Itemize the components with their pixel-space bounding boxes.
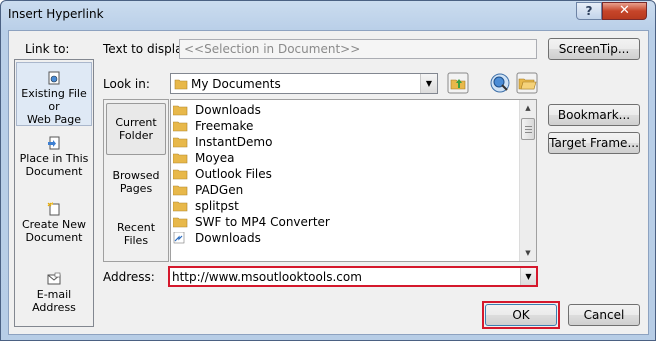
- folder-icon: [173, 201, 188, 212]
- help-button[interactable]: ?: [576, 2, 602, 20]
- file-name: Moyea: [195, 151, 235, 165]
- look-in-combobox[interactable]: My Documents ▼: [170, 73, 438, 94]
- link-to-place-line1: Place in This: [19, 152, 89, 165]
- tab-current-folder-line1: Current: [115, 116, 157, 129]
- tab-current-folder-line2: Folder: [119, 129, 153, 142]
- link-to-email-line1: E-mail Address: [32, 288, 76, 314]
- link-to-create-new-document[interactable]: Create New Document: [16, 202, 92, 252]
- link-to-existing-line1: Existing File or: [21, 87, 87, 113]
- file-name: Freemake: [195, 119, 254, 133]
- scroll-thumb[interactable]: [521, 118, 535, 140]
- folder-icon: [173, 169, 188, 180]
- shortcut-icon: [173, 232, 185, 244]
- link-to-panel: Existing File or Web Page Place in This …: [14, 59, 94, 327]
- new-document-icon: [47, 202, 60, 216]
- tab-current-folder[interactable]: Current Folder: [106, 103, 166, 155]
- address-combobox[interactable]: http://www.msoutlooktools.com ▼: [168, 266, 538, 287]
- look-in-dropdown-arrow[interactable]: ▼: [420, 74, 437, 93]
- file-name: Downloads: [195, 103, 261, 117]
- folder-icon: [173, 137, 188, 148]
- file-name: Outlook Files: [195, 167, 272, 181]
- browse-web-icon[interactable]: [489, 72, 511, 94]
- link-to-create-line1: Create New: [21, 218, 87, 231]
- folder-icon: [173, 105, 188, 116]
- title-bar: Insert Hyperlink ? ✕: [1, 1, 655, 30]
- cancel-button[interactable]: Cancel: [568, 304, 640, 326]
- folder-icon: [173, 153, 188, 164]
- bookmark-button[interactable]: Bookmark...: [548, 104, 640, 126]
- file-name: splitpst: [195, 199, 239, 213]
- file-name: SWF to MP4 Converter: [195, 215, 330, 229]
- folder-icon: [173, 185, 188, 196]
- file-name: InstantDemo: [195, 135, 273, 149]
- scroll-up-arrow[interactable]: ▲: [520, 100, 536, 116]
- folder-icon: [173, 217, 188, 228]
- tab-recent-files-line1: Recent: [116, 221, 156, 234]
- link-to-existing-file[interactable]: Existing File or Web Page: [16, 62, 92, 126]
- document-arrow-icon: [48, 136, 60, 150]
- look-in-value: My Documents: [191, 77, 281, 91]
- file-list[interactable]: Downloads Freemake InstantDemo Moyea Out…: [170, 99, 537, 262]
- link-to-existing-line2: Web Page: [26, 113, 82, 126]
- link-to-label: Link to:: [25, 42, 70, 56]
- tab-recent-files[interactable]: Recent Files: [106, 221, 166, 251]
- address-value: http://www.msoutlooktools.com: [172, 270, 362, 284]
- up-folder-icon[interactable]: [447, 72, 469, 94]
- link-to-place-line2: Document: [25, 165, 83, 178]
- look-in-label: Look in:: [103, 77, 150, 91]
- insert-hyperlink-dialog: Insert Hyperlink ? ✕ Link to: Existing F…: [0, 0, 656, 341]
- address-dropdown-arrow[interactable]: ▼: [520, 268, 536, 285]
- tab-recent-files-line2: Files: [123, 234, 149, 247]
- scroll-down-arrow[interactable]: ▼: [520, 245, 536, 261]
- link-to-email-address[interactable]: E-mail Address: [16, 272, 92, 314]
- globe-document-icon: [48, 71, 60, 85]
- tab-browsed-pages[interactable]: Browsed Pages: [106, 169, 166, 199]
- tab-browsed-pages-line2: Pages: [119, 182, 153, 195]
- file-list-scrollbar[interactable]: ▲ ▼: [519, 100, 536, 261]
- address-label: Address:: [103, 270, 155, 284]
- file-name: Downloads: [195, 231, 261, 245]
- browse-file-icon[interactable]: [516, 72, 538, 94]
- folder-icon: [174, 79, 188, 90]
- link-to-place-in-document[interactable]: Place in This Document: [16, 136, 92, 186]
- ok-button[interactable]: OK: [485, 304, 557, 326]
- folder-icon: [173, 121, 188, 132]
- link-to-create-line2: Document: [25, 231, 83, 244]
- text-to-display-field[interactable]: <<Selection in Document>>: [179, 39, 537, 59]
- envelope-icon: [47, 272, 61, 285]
- window-title: Insert Hyperlink: [8, 7, 104, 21]
- folder-view-tabs: Current Folder Browsed Pages Recent File…: [103, 99, 169, 262]
- close-button[interactable]: ✕: [602, 2, 647, 20]
- file-name: PADGen: [195, 183, 244, 197]
- screentip-button[interactable]: ScreenTip...: [548, 38, 640, 60]
- tab-browsed-pages-line1: Browsed: [112, 169, 160, 182]
- target-frame-button[interactable]: Target Frame...: [548, 132, 640, 154]
